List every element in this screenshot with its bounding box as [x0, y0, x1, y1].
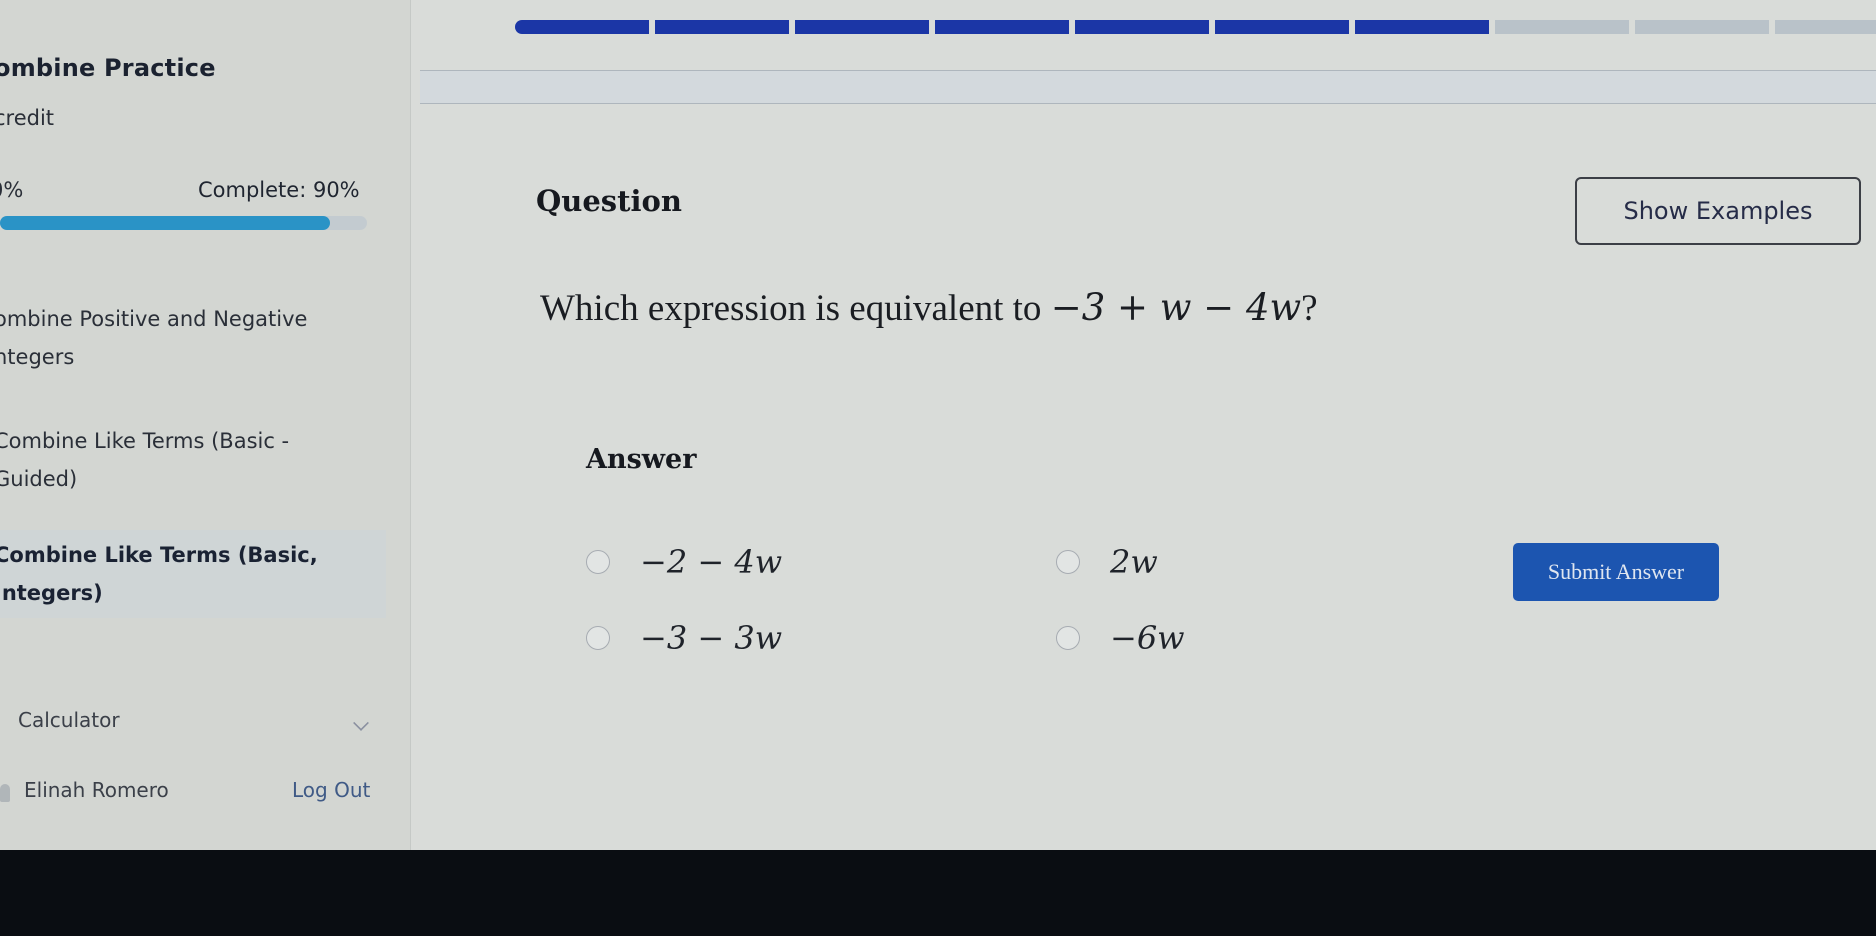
lesson-label-line1: ombine Positive and Negative	[0, 307, 308, 331]
course-progress-labels: 0% Complete: 90%	[0, 178, 370, 208]
question-suffix: ?	[1301, 288, 1318, 329]
question-expression: −3 + w − 4w	[1050, 286, 1302, 329]
sidebar: ombine Practice credit 0% Complete: 90% …	[0, 0, 411, 850]
question-progress-segments	[515, 20, 1876, 42]
progress-segment-complete	[1355, 20, 1489, 34]
user-icon	[0, 784, 10, 802]
course-progress-fill	[0, 216, 331, 230]
choice-label: 2w	[1110, 543, 1158, 581]
answer-choice[interactable]: 2w	[1056, 542, 1158, 582]
radio-button[interactable]	[586, 626, 610, 650]
answer-choice[interactable]: −2 − 4w	[586, 542, 782, 582]
course-title: ombine Practice	[0, 54, 216, 82]
answer-heading: Answer	[586, 444, 697, 475]
radio-button[interactable]	[586, 550, 610, 574]
submit-answer-button[interactable]: Submit Answer	[1513, 543, 1719, 601]
user-row: Elinah Romero Log Out	[0, 778, 380, 814]
calculator-label: Calculator	[18, 708, 120, 732]
radio-button[interactable]	[1056, 550, 1080, 574]
progress-segment-incomplete	[1495, 20, 1629, 34]
show-examples-button[interactable]: Show Examples	[1575, 177, 1861, 245]
progress-segment-complete	[935, 20, 1069, 34]
progress-segment-incomplete	[1635, 20, 1769, 34]
question-panel: Question Show Examples Which expression …	[410, 100, 1876, 850]
choice-label: −6w	[1110, 619, 1185, 657]
answer-choice[interactable]: −6w	[1056, 618, 1185, 658]
choice-label: −3 − 3w	[640, 619, 783, 657]
sidebar-item-combine-positive-negative[interactable]: ombine Positive and Negative ntegers	[0, 300, 374, 376]
progress-start-label: 0%	[0, 178, 24, 202]
lesson-label-line2: ntegers	[0, 345, 75, 369]
calculator-toggle[interactable]: Calculator	[18, 708, 369, 744]
progress-segment-complete	[515, 20, 649, 34]
lesson-label-line1: Combine Like Terms (Basic,	[0, 543, 318, 567]
progress-segment-complete	[1215, 20, 1349, 34]
question-prefix: Which expression is equivalent to	[540, 288, 1042, 329]
user-name: Elinah Romero	[24, 778, 169, 802]
progress-segment-incomplete	[1775, 20, 1876, 34]
lesson-label-line1: Combine Like Terms (Basic -	[0, 429, 290, 453]
question-text: Which expression is equivalent to −3 + w…	[540, 286, 1318, 330]
answer-choice[interactable]: −3 − 3w	[586, 618, 782, 658]
progress-complete-label: Complete: 90%	[198, 178, 360, 202]
radio-button[interactable]	[1056, 626, 1080, 650]
header-band	[420, 70, 1876, 104]
lesson-label-line2: Integers)	[0, 581, 103, 605]
lesson-label-line2: Guided)	[0, 467, 78, 491]
question-heading: Question	[536, 184, 682, 218]
chevron-down-icon	[353, 715, 369, 731]
progress-segment-complete	[655, 20, 789, 34]
choice-label: −2 − 4w	[640, 543, 783, 581]
course-progress-bar	[0, 216, 367, 230]
credit-label: credit	[0, 106, 55, 130]
logout-link[interactable]: Log Out	[292, 778, 370, 802]
screen: ombine Practice credit 0% Complete: 90% …	[0, 0, 1876, 850]
sidebar-item-like-terms-guided[interactable]: Combine Like Terms (Basic - Guided)	[0, 422, 374, 498]
sidebar-item-like-terms-integers[interactable]: Combine Like Terms (Basic, Integers)	[0, 530, 386, 618]
progress-segment-complete	[1075, 20, 1209, 34]
progress-segment-complete	[795, 20, 929, 34]
